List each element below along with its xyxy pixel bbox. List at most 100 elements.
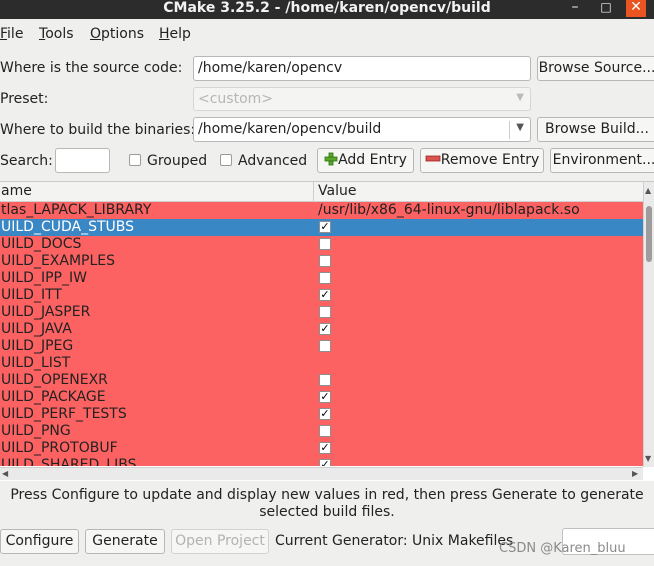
cache-entry-name: UILD_JPEG — [1, 338, 74, 354]
table-header: ame Value — [0, 182, 643, 202]
advanced-label[interactable]: Advanced — [238, 153, 307, 169]
title-bar: CMake 3.25.2 - /home/karen/opencv/build … — [0, 0, 654, 19]
check-icon: ✓ — [320, 322, 330, 335]
source-path-input[interactable]: /home/karen/opencv — [193, 56, 531, 81]
table-row[interactable]: UILD_OPENEXR — [0, 372, 643, 389]
cache-entry-value[interactable]: /usr/lib/x86_64-linux-gnu/liblapack.so — [318, 202, 580, 219]
table-row[interactable]: UILD_ITT ✓ — [0, 287, 643, 304]
watermark-text: CSDN @Karen_bluu — [499, 541, 626, 556]
grouped-label[interactable]: Grouped — [147, 153, 207, 169]
table-row[interactable]: UILD_IPP_IW — [0, 270, 643, 287]
column-header-value[interactable]: Value — [318, 183, 356, 199]
value-checkbox[interactable]: ✓ — [319, 289, 331, 301]
menu-bar: File Tools Options Help — [0, 22, 654, 46]
table-row[interactable]: UILD_PERF_TESTS ✓ — [0, 406, 643, 423]
remove-entry-button[interactable]: Remove Entry — [420, 148, 544, 173]
table-row[interactable]: UILD_SHARED_LIBS ✓ — [0, 457, 643, 466]
table-row[interactable]: UILD_EXAMPLES — [0, 253, 643, 270]
preset-select: <custom> ▼ — [193, 87, 531, 111]
cache-entry-name: UILD_DOCS — [1, 236, 82, 252]
value-checkbox[interactable]: ✓ — [319, 221, 331, 233]
value-checkbox[interactable]: ✓ — [319, 323, 331, 335]
generate-button[interactable]: Generate — [85, 529, 165, 554]
check-icon: ✓ — [320, 441, 330, 454]
plus-icon — [324, 152, 338, 166]
column-header-name[interactable]: ame — [1, 183, 32, 199]
cache-entry-name: UILD_JASPER — [1, 304, 91, 320]
source-label: Where is the source code: — [0, 60, 183, 76]
browse-source-button[interactable]: Browse Source... — [537, 56, 654, 81]
value-checkbox[interactable]: ✓ — [319, 391, 331, 403]
vertical-scrollbar[interactable]: ▲ ▼ — [643, 182, 654, 467]
table-row[interactable]: UILD_PROTOBUF ✓ — [0, 440, 643, 457]
scroll-right-icon[interactable]: ▶ — [632, 469, 638, 478]
cache-entry-name: UILD_PERF_TESTS — [1, 406, 127, 422]
table-row[interactable]: UILD_JAVA ✓ — [0, 321, 643, 338]
browse-build-button[interactable]: Browse Build... — [537, 117, 654, 142]
table-row[interactable]: UILD_PNG — [0, 423, 643, 440]
value-checkbox[interactable]: ✓ — [319, 442, 331, 454]
combo-divider — [509, 121, 510, 139]
cache-entry-name: UILD_CUDA_STUBS — [1, 219, 135, 235]
table-row[interactable]: UILD_JASPER — [0, 304, 643, 321]
advanced-checkbox[interactable] — [220, 154, 232, 166]
grouped-checkbox[interactable] — [129, 154, 141, 166]
cache-entry-name: tlas_LAPACK_LIBRARY — [1, 202, 152, 218]
remove-entry-label: Remove Entry — [440, 152, 540, 168]
cache-entry-name: UILD_LIST — [1, 355, 71, 371]
maximize-icon[interactable]: □ — [596, 0, 616, 17]
open-project-button: Open Project — [171, 529, 269, 554]
table-row[interactable]: UILD_JPEG — [0, 338, 643, 355]
info-text: Press Configure to update and display ne… — [10, 487, 644, 520]
value-checkbox[interactable] — [319, 425, 331, 437]
check-icon: ✓ — [320, 407, 330, 420]
horizontal-scrollbar[interactable]: ◀ ▶ — [0, 467, 643, 480]
value-checkbox[interactable]: ✓ — [319, 459, 331, 466]
value-checkbox[interactable] — [319, 374, 331, 386]
menu-help[interactable]: Help — [159, 26, 191, 42]
menu-file[interactable]: File — [0, 26, 23, 42]
scroll-left-icon[interactable]: ◀ — [2, 469, 8, 478]
preset-value: <custom> — [198, 91, 274, 107]
add-entry-button[interactable]: Add Entry — [317, 148, 414, 173]
configure-button[interactable]: Configure — [0, 529, 79, 554]
build-path-combo[interactable]: /home/karen/opencv/build ▼ — [193, 117, 531, 142]
environment-button[interactable]: Environment... — [550, 148, 654, 173]
cache-entry-name: UILD_ITT — [1, 287, 62, 303]
scroll-down-icon[interactable]: ▼ — [645, 454, 651, 463]
chevron-down-icon[interactable]: ▼ — [516, 122, 524, 133]
preset-label: Preset: — [0, 91, 49, 107]
build-label: Where to build the binaries: — [0, 122, 196, 138]
cache-entry-name: UILD_IPP_IW — [1, 270, 87, 286]
cache-entry-name: UILD_JAVA — [1, 321, 72, 337]
current-generator-text: Current Generator: Unix Makefiles — [275, 533, 514, 549]
value-checkbox[interactable] — [319, 255, 331, 267]
scroll-thumb[interactable] — [646, 206, 652, 262]
scroll-up-icon[interactable]: ▲ — [645, 186, 651, 195]
table-body: tlas_LAPACK_LIBRARY/usr/lib/x86_64-linux… — [0, 202, 643, 466]
value-checkbox[interactable] — [319, 238, 331, 250]
cache-entry-name: UILD_PACKAGE — [1, 389, 106, 405]
value-checkbox[interactable] — [319, 306, 331, 318]
cache-entry-name: UILD_PNG — [1, 423, 71, 439]
table-row[interactable]: tlas_LAPACK_LIBRARY/usr/lib/x86_64-linux… — [0, 202, 643, 219]
table-row[interactable]: UILD_PACKAGE ✓ — [0, 389, 643, 406]
minus-icon — [425, 155, 441, 162]
menu-tools[interactable]: Tools — [39, 26, 74, 42]
chevron-down-icon: ▼ — [516, 92, 524, 103]
cache-table: ame Value tlas_LAPACK_LIBRARY/usr/lib/x8… — [0, 181, 654, 481]
close-icon[interactable]: ✕ — [626, 0, 646, 17]
minimize-icon[interactable]: – — [565, 0, 585, 17]
table-row[interactable]: UILD_DOCS — [0, 236, 643, 253]
table-row[interactable]: UILD_LIST — [0, 355, 643, 372]
value-checkbox[interactable]: ✓ — [319, 408, 331, 420]
table-row[interactable]: UILD_CUDA_STUBS ✓ — [0, 219, 643, 236]
value-checkbox[interactable] — [319, 272, 331, 284]
cache-entry-name: UILD_EXAMPLES — [1, 253, 116, 269]
cache-entry-name: UILD_PROTOBUF — [1, 440, 118, 456]
menu-options[interactable]: Options — [90, 26, 144, 42]
search-input[interactable] — [55, 148, 110, 173]
value-checkbox[interactable] — [319, 340, 331, 352]
add-entry-label: Add Entry — [338, 152, 407, 168]
column-divider[interactable] — [313, 182, 314, 201]
